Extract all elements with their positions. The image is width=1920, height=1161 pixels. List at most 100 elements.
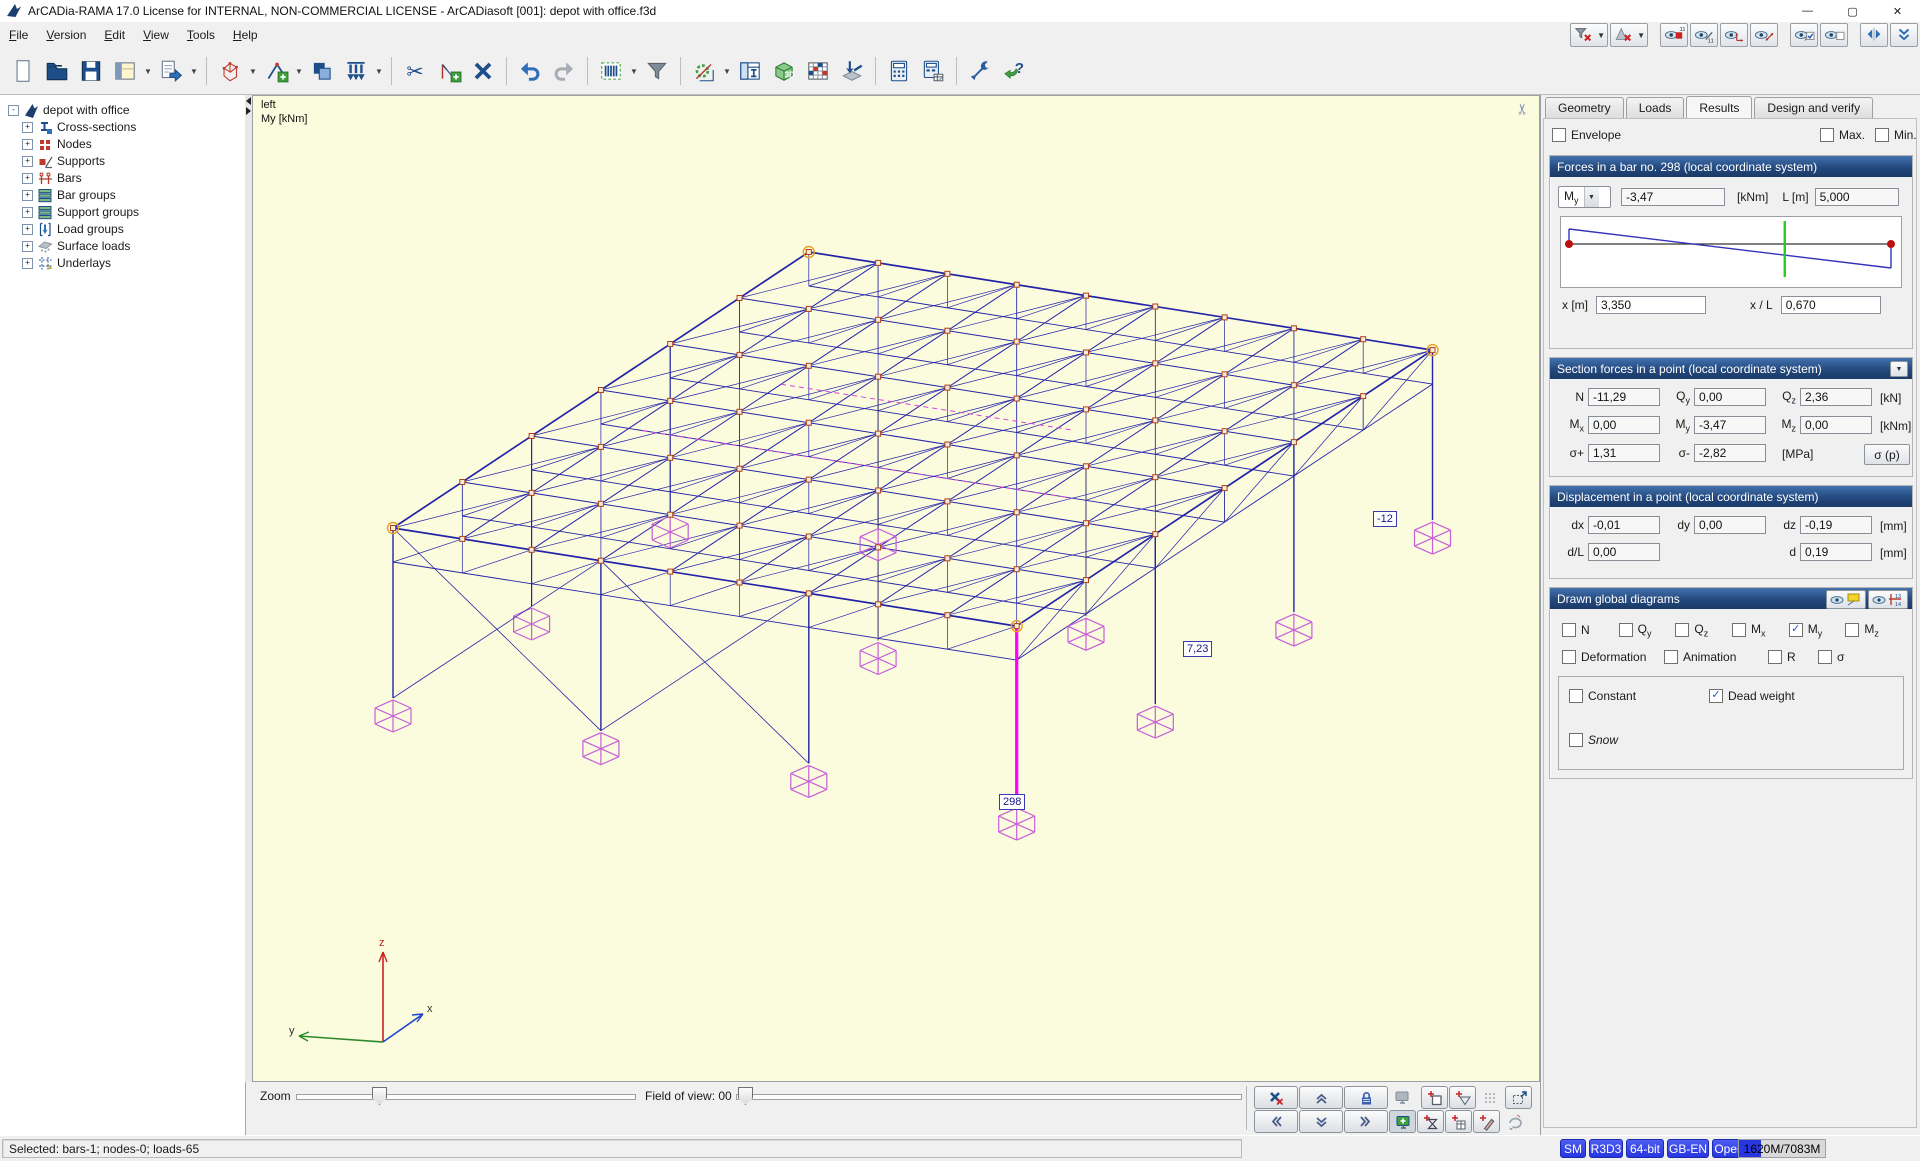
mirror-view-button[interactable] (1860, 23, 1888, 47)
pan-up-button[interactable] (1299, 1086, 1343, 1109)
cross-sections-button[interactable] (594, 52, 628, 90)
show-grid-toggle-button[interactable] (1820, 23, 1848, 47)
fit-view-button[interactable] (1389, 1110, 1416, 1133)
menu-tools[interactable]: Tools (178, 24, 224, 46)
solid-visibility-dropdown-button[interactable]: ▼ (1610, 23, 1648, 47)
tree-splitter[interactable] (245, 95, 252, 1082)
maximize-button[interactable]: ▢ (1830, 0, 1875, 22)
tree-item-supports[interactable]: +Supports (0, 153, 245, 169)
value-field[interactable] (1694, 416, 1766, 434)
menu-file[interactable]: File (0, 24, 37, 46)
show-extreme-values-button[interactable]: 1314 (1868, 590, 1908, 609)
envelope-checkbox-row[interactable]: Envelope (1552, 128, 1621, 142)
mesh-settings-button[interactable] (687, 52, 721, 90)
fov-slider-thumb[interactable] (738, 1087, 753, 1105)
project-views-button[interactable] (108, 52, 142, 90)
show-node-numbers-button[interactable]: 11 (1660, 23, 1688, 47)
open-project-button[interactable] (40, 52, 74, 90)
show-local-axes-button[interactable] (1720, 23, 1748, 47)
tree-expand-box[interactable]: - (8, 105, 19, 116)
show-values-button[interactable] (1826, 590, 1866, 609)
tree-expand-box[interactable]: + (22, 156, 33, 167)
pan-left-button[interactable] (1254, 1110, 1298, 1133)
max-checkbox[interactable] (1820, 128, 1834, 142)
tree-expand-box[interactable]: + (22, 224, 33, 235)
tree-item-bars[interactable]: +Bars (0, 170, 245, 186)
options-button[interactable] (963, 52, 997, 90)
add-measure-button[interactable] (432, 52, 466, 90)
value-field[interactable] (1800, 543, 1872, 561)
load-group-check-constant[interactable]: Constant (1569, 689, 1719, 703)
tab-design-and-verify[interactable]: Design and verify (1754, 97, 1873, 119)
calculate-button[interactable] (882, 52, 916, 90)
tab-geometry[interactable]: Geometry (1545, 97, 1624, 119)
tree-expand-box[interactable]: + (22, 122, 33, 133)
help-button[interactable]: ? (997, 52, 1031, 90)
delete-view-button[interactable] (1254, 1086, 1298, 1109)
add-draw-button[interactable] (1473, 1110, 1500, 1133)
new-document-button[interactable] (6, 52, 40, 90)
frame-3d-button[interactable] (213, 52, 247, 90)
add-cone-view-button[interactable] (1449, 1086, 1476, 1109)
splitter-expand-icon[interactable] (246, 107, 251, 115)
tab-loads[interactable]: Loads (1626, 97, 1685, 119)
dropdown-arrow-icon[interactable]: ▼ (1637, 31, 1645, 40)
show-dimensions-button[interactable] (1750, 23, 1778, 47)
tree-expand-box[interactable]: + (22, 207, 33, 218)
filter-button[interactable] (640, 52, 674, 90)
fov-slider-track[interactable] (736, 1094, 1242, 1100)
frame-3d-dropdown-arrow-icon[interactable]: ▼ (247, 52, 259, 90)
dropdown-arrow-icon[interactable]: ▼ (1597, 31, 1605, 40)
calculation-report-button[interactable] (916, 52, 950, 90)
menu-edit[interactable]: Edit (95, 24, 134, 46)
project-views-dropdown-arrow-icon[interactable]: ▼ (142, 52, 154, 90)
value-field[interactable] (1694, 516, 1766, 534)
show-bars-toggle-button[interactable] (1790, 23, 1818, 47)
view-3d-button[interactable]: 3D (767, 52, 801, 90)
tree-expand-box[interactable]: + (22, 139, 33, 150)
undo-button[interactable] (513, 52, 547, 90)
value-field[interactable] (1694, 388, 1766, 406)
add-hourglass-button[interactable] (1417, 1110, 1444, 1133)
diagram-check-σ[interactable]: σ (1818, 650, 1878, 664)
show-bar-numbers-button[interactable]: 11 (1690, 23, 1718, 47)
diagram-check-n[interactable]: N (1562, 622, 1619, 638)
tree-expand-box[interactable]: + (22, 190, 33, 201)
export-document-button[interactable] (154, 52, 188, 90)
lock-view-button[interactable] (1344, 1086, 1388, 1109)
min-checkbox-row[interactable]: Min. (1875, 128, 1917, 142)
add-node-dropdown-arrow-icon[interactable]: ▼ (293, 52, 305, 90)
section-forces-collapse-button[interactable]: ▼ (1890, 361, 1908, 377)
bar-length-field[interactable] (1815, 188, 1899, 206)
export-document-dropdown-arrow-icon[interactable]: ▼ (188, 52, 200, 90)
duplicate-button[interactable] (305, 52, 339, 90)
tree-item-support-groups[interactable]: +Support groups (0, 204, 245, 220)
value-field[interactable] (1588, 388, 1660, 406)
value-field[interactable] (1800, 516, 1872, 534)
combo-arrow-icon[interactable]: ▼ (1584, 187, 1599, 207)
tree-item-nodes[interactable]: +Nodes (0, 136, 245, 152)
diagram-check-animation[interactable]: Animation (1664, 650, 1768, 664)
force-component-select[interactable]: My ▼ (1558, 186, 1611, 208)
save-project-button[interactable] (74, 52, 108, 90)
loads-button[interactable] (339, 52, 373, 90)
properties-table-button[interactable] (733, 52, 767, 90)
close-button[interactable]: ✕ (1875, 0, 1920, 22)
cut-button[interactable]: ✂ (398, 52, 432, 90)
sigma-p-button[interactable]: σ (p) (1864, 444, 1910, 465)
diagram-check-r[interactable]: R (1768, 650, 1818, 664)
add-node-button[interactable] (259, 52, 293, 90)
add-rect-zoom-button[interactable] (1421, 1086, 1448, 1109)
diagram-check-mz[interactable]: Mz (1845, 622, 1902, 638)
loads-dropdown-arrow-icon[interactable]: ▼ (373, 52, 385, 90)
value-field[interactable] (1588, 416, 1660, 434)
bar-force-diagram[interactable] (1560, 216, 1902, 288)
pan-down-button[interactable] (1299, 1110, 1343, 1133)
envelope-checkbox[interactable] (1552, 128, 1566, 142)
x-ratio-field[interactable] (1781, 296, 1881, 314)
x-position-field[interactable] (1596, 296, 1706, 314)
redo-button[interactable] (547, 52, 581, 90)
zoom-window-button[interactable] (1505, 1086, 1532, 1109)
menu-view[interactable]: View (134, 24, 178, 46)
min-checkbox[interactable] (1875, 128, 1889, 142)
